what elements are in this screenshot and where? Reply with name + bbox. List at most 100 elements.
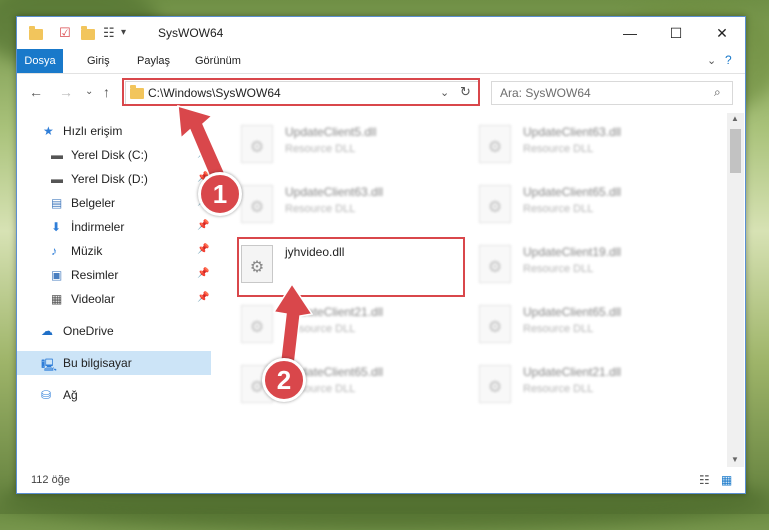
- customize-icon[interactable]: ☷: [103, 25, 115, 41]
- documents-icon: ▤: [51, 196, 63, 210]
- dll-file-icon: ⚙: [479, 185, 511, 223]
- tiles-view-icon[interactable]: ▦: [721, 473, 732, 487]
- pin-icon: 📌: [197, 268, 210, 279]
- file-type: Resource DLL: [523, 143, 594, 155]
- back-arrow-icon[interactable]: ←: [29, 84, 43, 100]
- sidebar-item-this-pc[interactable]: 🖳 Bu bilgisayar: [17, 351, 211, 375]
- navigation-pane: ★ Hızlı erişim ▬ Yerel Disk (C:) 📌 ▬ Yer…: [17, 113, 211, 473]
- drive-icon: ▬: [51, 148, 63, 162]
- chevron-down-icon[interactable]: ▾: [121, 27, 126, 38]
- list-item[interactable]: ⚙ UpdateClient21.dll Resource DLL: [217, 297, 445, 349]
- dll-file-icon: ⚙: [479, 365, 511, 403]
- sidebar-item-label: Belgeler: [71, 196, 116, 210]
- tab-gorunum[interactable]: Görünüm: [185, 49, 251, 73]
- list-item[interactable]: ⚙ UpdateClient63.dll Resource DLL: [217, 177, 445, 229]
- network-icon: ⛁: [41, 388, 52, 402]
- tab-dosya[interactable]: Dosya: [17, 49, 63, 73]
- pictures-icon: ▣: [51, 268, 63, 282]
- properties-icon[interactable]: ☑: [59, 25, 71, 41]
- sidebar-item-network[interactable]: ⛁ Ağ: [17, 383, 211, 407]
- music-icon: ♪: [51, 244, 57, 258]
- status-bar: 112 öğe ☷ ▦: [17, 469, 745, 493]
- download-icon: ⬇: [51, 220, 62, 234]
- videos-icon: ▦: [51, 292, 63, 306]
- dll-file-icon: ⚙: [479, 125, 511, 163]
- file-name: UpdateClient21.dll: [285, 305, 384, 319]
- title-bar: ☑ ☷ ▾ SysWOW64 — ☐ ✕: [17, 17, 745, 49]
- dll-file-icon: ⚙: [241, 125, 273, 163]
- dll-file-icon: ⚙: [241, 305, 273, 343]
- drive-icon: ▬: [51, 172, 63, 186]
- new-folder-icon[interactable]: [81, 26, 95, 40]
- file-type: Resource DLL: [523, 203, 594, 215]
- chevron-down-icon[interactable]: ⌄: [707, 54, 716, 67]
- scroll-thumb[interactable]: [730, 129, 741, 173]
- sidebar-item-label: İndirmeler: [71, 220, 125, 234]
- details-view-icon[interactable]: ☷: [699, 473, 710, 487]
- search-icon: ⌕: [714, 85, 721, 99]
- list-item[interactable]: ⚙ UpdateClient63.dll Resource DLL: [455, 117, 683, 169]
- search-input[interactable]: Ara: SysWOW64 ⌕: [491, 81, 733, 105]
- sidebar-item-onedrive[interactable]: ☁ OneDrive: [17, 319, 211, 343]
- file-name: UpdateClient65.dll: [523, 305, 622, 319]
- close-button[interactable]: ✕: [699, 17, 745, 49]
- up-arrow-icon[interactable]: ↑: [103, 84, 110, 100]
- sidebar-item-label: Videolar: [71, 292, 115, 306]
- file-name: UpdateClient21.dll: [523, 365, 622, 379]
- maximize-button[interactable]: ☐: [653, 17, 699, 49]
- sidebar-item-music[interactable]: ♪ Müzik 📌: [17, 239, 211, 263]
- address-highlight: [122, 78, 480, 106]
- list-item[interactable]: ⚙ UpdateClient65.dll Resource DLL: [217, 357, 445, 409]
- recent-chevron-icon[interactable]: ⌄: [85, 86, 93, 97]
- list-item[interactable]: ⚙ UpdateClient65.dll Resource DLL: [455, 177, 683, 229]
- help-icon[interactable]: ?: [725, 53, 732, 67]
- sidebar-item-label: Resimler: [71, 268, 119, 282]
- ribbon: Dosya Giriş Paylaş Görünüm ⌄ ?: [17, 49, 745, 74]
- sidebar-item-label: Hızlı erişim: [63, 124, 123, 138]
- sidebar-item-label: OneDrive: [63, 324, 114, 338]
- minimize-button[interactable]: —: [607, 17, 653, 49]
- scroll-up-icon[interactable]: ▲: [731, 114, 739, 123]
- pin-icon: 📌: [197, 220, 210, 231]
- sidebar-item-documents[interactable]: ▤ Belgeler 📌: [17, 191, 211, 215]
- file-type: Resource DLL: [285, 143, 356, 155]
- sidebar-item-pictures[interactable]: ▣ Resimler 📌: [17, 263, 211, 287]
- sidebar-item-label: Bu bilgisayar: [63, 356, 132, 370]
- tab-giris[interactable]: Giriş: [77, 49, 120, 73]
- sidebar-item-videos[interactable]: ▦ Videolar 📌: [17, 287, 211, 311]
- file-type: Resource DLL: [523, 263, 594, 275]
- sidebar-item-downloads[interactable]: ⬇ İndirmeler 📌: [17, 215, 211, 239]
- dll-file-icon: ⚙: [479, 305, 511, 343]
- forward-arrow-icon[interactable]: →: [59, 84, 73, 100]
- list-item[interactable]: ⚙ UpdateClient5.dll Resource DLL: [217, 117, 445, 169]
- list-item[interactable]: ⚙ UpdateClient21.dll Resource DLL: [455, 357, 683, 409]
- search-placeholder: Ara: SysWOW64: [500, 86, 591, 100]
- list-item[interactable]: ⚙ UpdateClient19.dll Resource DLL: [455, 237, 683, 289]
- item-count: 112 öğe: [31, 474, 70, 486]
- step-marker-2: 2: [262, 358, 306, 402]
- computer-icon: 🖳: [41, 358, 58, 372]
- file-name: UpdateClient5.dll: [285, 125, 377, 139]
- file-type: Resource DLL: [523, 383, 594, 395]
- file-name: UpdateClient19.dll: [523, 245, 622, 259]
- star-icon: ★: [43, 124, 54, 138]
- tab-paylas[interactable]: Paylaş: [127, 49, 180, 73]
- dll-file-icon: ⚙: [241, 185, 273, 223]
- window-title: SysWOW64: [158, 26, 224, 40]
- folder-icon: [29, 26, 43, 40]
- scroll-down-icon[interactable]: ▼: [731, 455, 739, 464]
- explorer-window: ☑ ☷ ▾ SysWOW64 — ☐ ✕ Dosya Giriş Paylaş …: [16, 16, 746, 494]
- pin-icon: 📌: [197, 148, 210, 159]
- sidebar-item-label: Yerel Disk (C:): [71, 148, 148, 162]
- file-name: UpdateClient63.dll: [285, 185, 384, 199]
- sidebar-item-label: Müzik: [71, 244, 103, 258]
- sidebar-item-disk-c[interactable]: ▬ Yerel Disk (C:) 📌: [17, 143, 211, 167]
- vertical-scrollbar[interactable]: ▲ ▼: [727, 113, 744, 467]
- file-name: UpdateClient65.dll: [523, 185, 622, 199]
- sidebar-item-quick-access[interactable]: ★ Hızlı erişim: [17, 119, 211, 143]
- list-item[interactable]: ⚙ UpdateClient65.dll Resource DLL: [455, 297, 683, 349]
- pin-icon: 📌: [197, 292, 210, 303]
- sidebar-item-disk-d[interactable]: ▬ Yerel Disk (D:) 📌: [17, 167, 211, 191]
- dll-file-icon: ⚙: [479, 245, 511, 283]
- sidebar-item-label: Yerel Disk (D:): [71, 172, 148, 186]
